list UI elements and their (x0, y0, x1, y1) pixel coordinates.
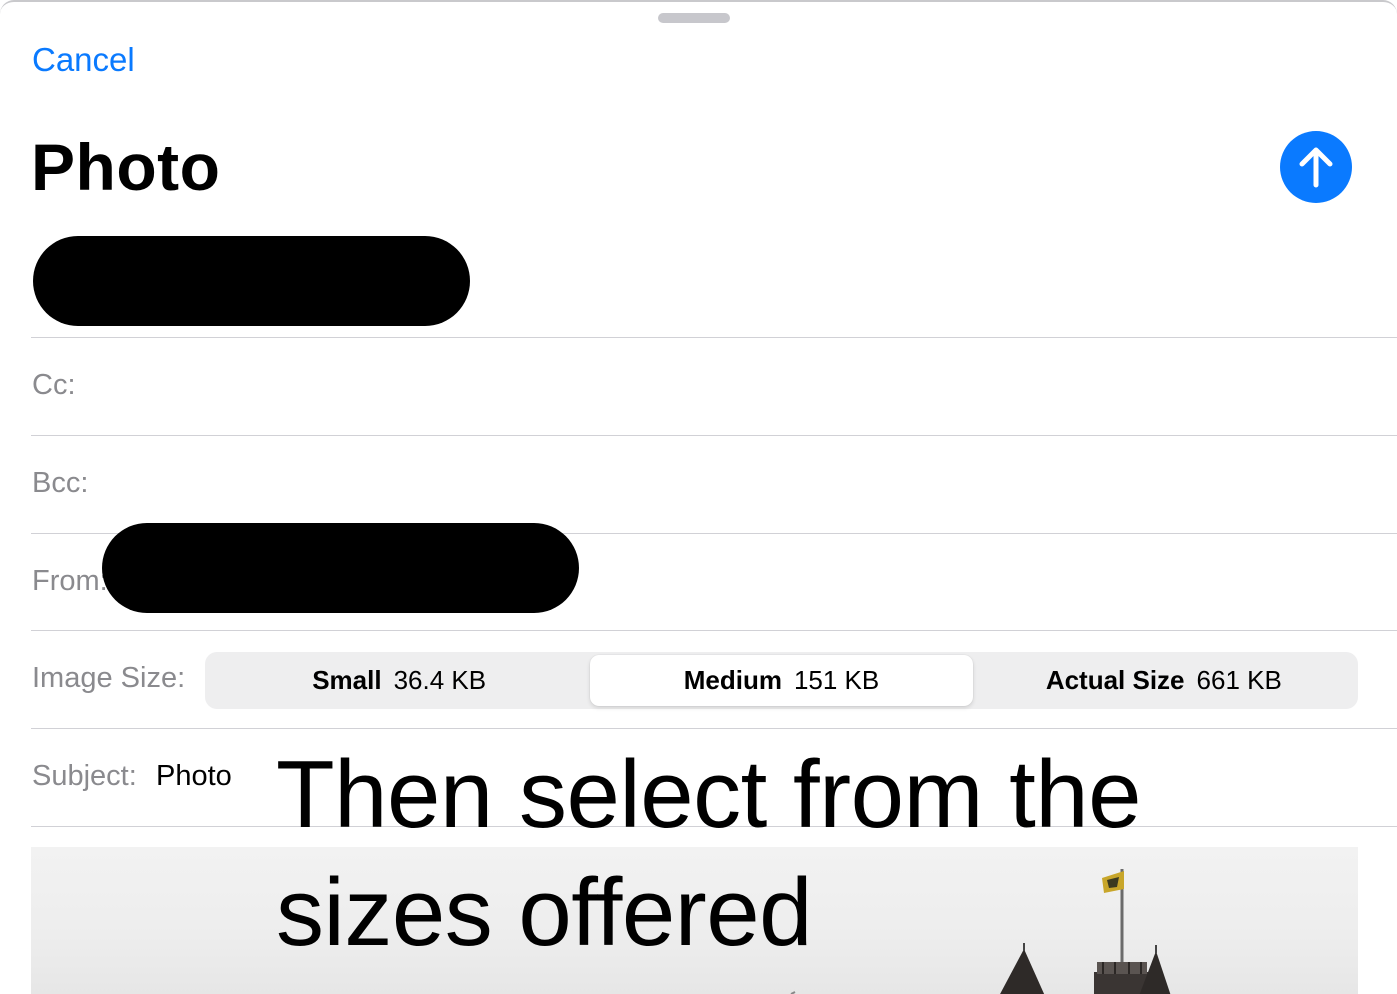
send-button[interactable] (1280, 131, 1352, 203)
to-recipient-redacted (33, 236, 470, 326)
divider (31, 435, 1397, 436)
option-size: 151 KB (793, 665, 880, 695)
image-size-actual-option[interactable]: Actual Size 661 KB (973, 655, 1355, 706)
divider (31, 337, 1397, 338)
option-name: Small (312, 665, 382, 695)
option-name: Medium (683, 665, 782, 695)
tutorial-caption-overlay: Then select from the sizes offered (276, 741, 1142, 966)
compose-title: Photo (31, 130, 221, 204)
image-size-segmented-control: Small 36.4 KB Medium 151 KB Actual Size … (205, 652, 1358, 709)
from-field-label[interactable]: From: (32, 563, 108, 599)
from-address-redacted (102, 523, 579, 613)
arrow-up-icon (1299, 147, 1333, 188)
compose-sheet: Cancel Photo Cc: Bcc: From: Image Size: … (0, 0, 1397, 994)
divider (31, 728, 1397, 729)
sheet-grabber-handle[interactable] (658, 13, 730, 23)
divider (31, 630, 1397, 631)
cc-field-label[interactable]: Cc: (32, 367, 76, 403)
image-size-medium-option[interactable]: Medium 151 KB (590, 655, 973, 706)
option-name: Actual Size (1045, 665, 1185, 695)
cancel-button[interactable]: Cancel (32, 40, 135, 80)
image-size-label: Image Size: (32, 662, 186, 694)
image-size-small-option[interactable]: Small 36.4 KB (208, 655, 590, 706)
subject-field-label: Subject: (32, 760, 137, 792)
subject-input[interactable]: Photo (156, 758, 232, 794)
option-size: 661 KB (1196, 665, 1282, 695)
option-size: 36.4 KB (393, 665, 487, 695)
bcc-field-label[interactable]: Bcc: (32, 465, 88, 501)
